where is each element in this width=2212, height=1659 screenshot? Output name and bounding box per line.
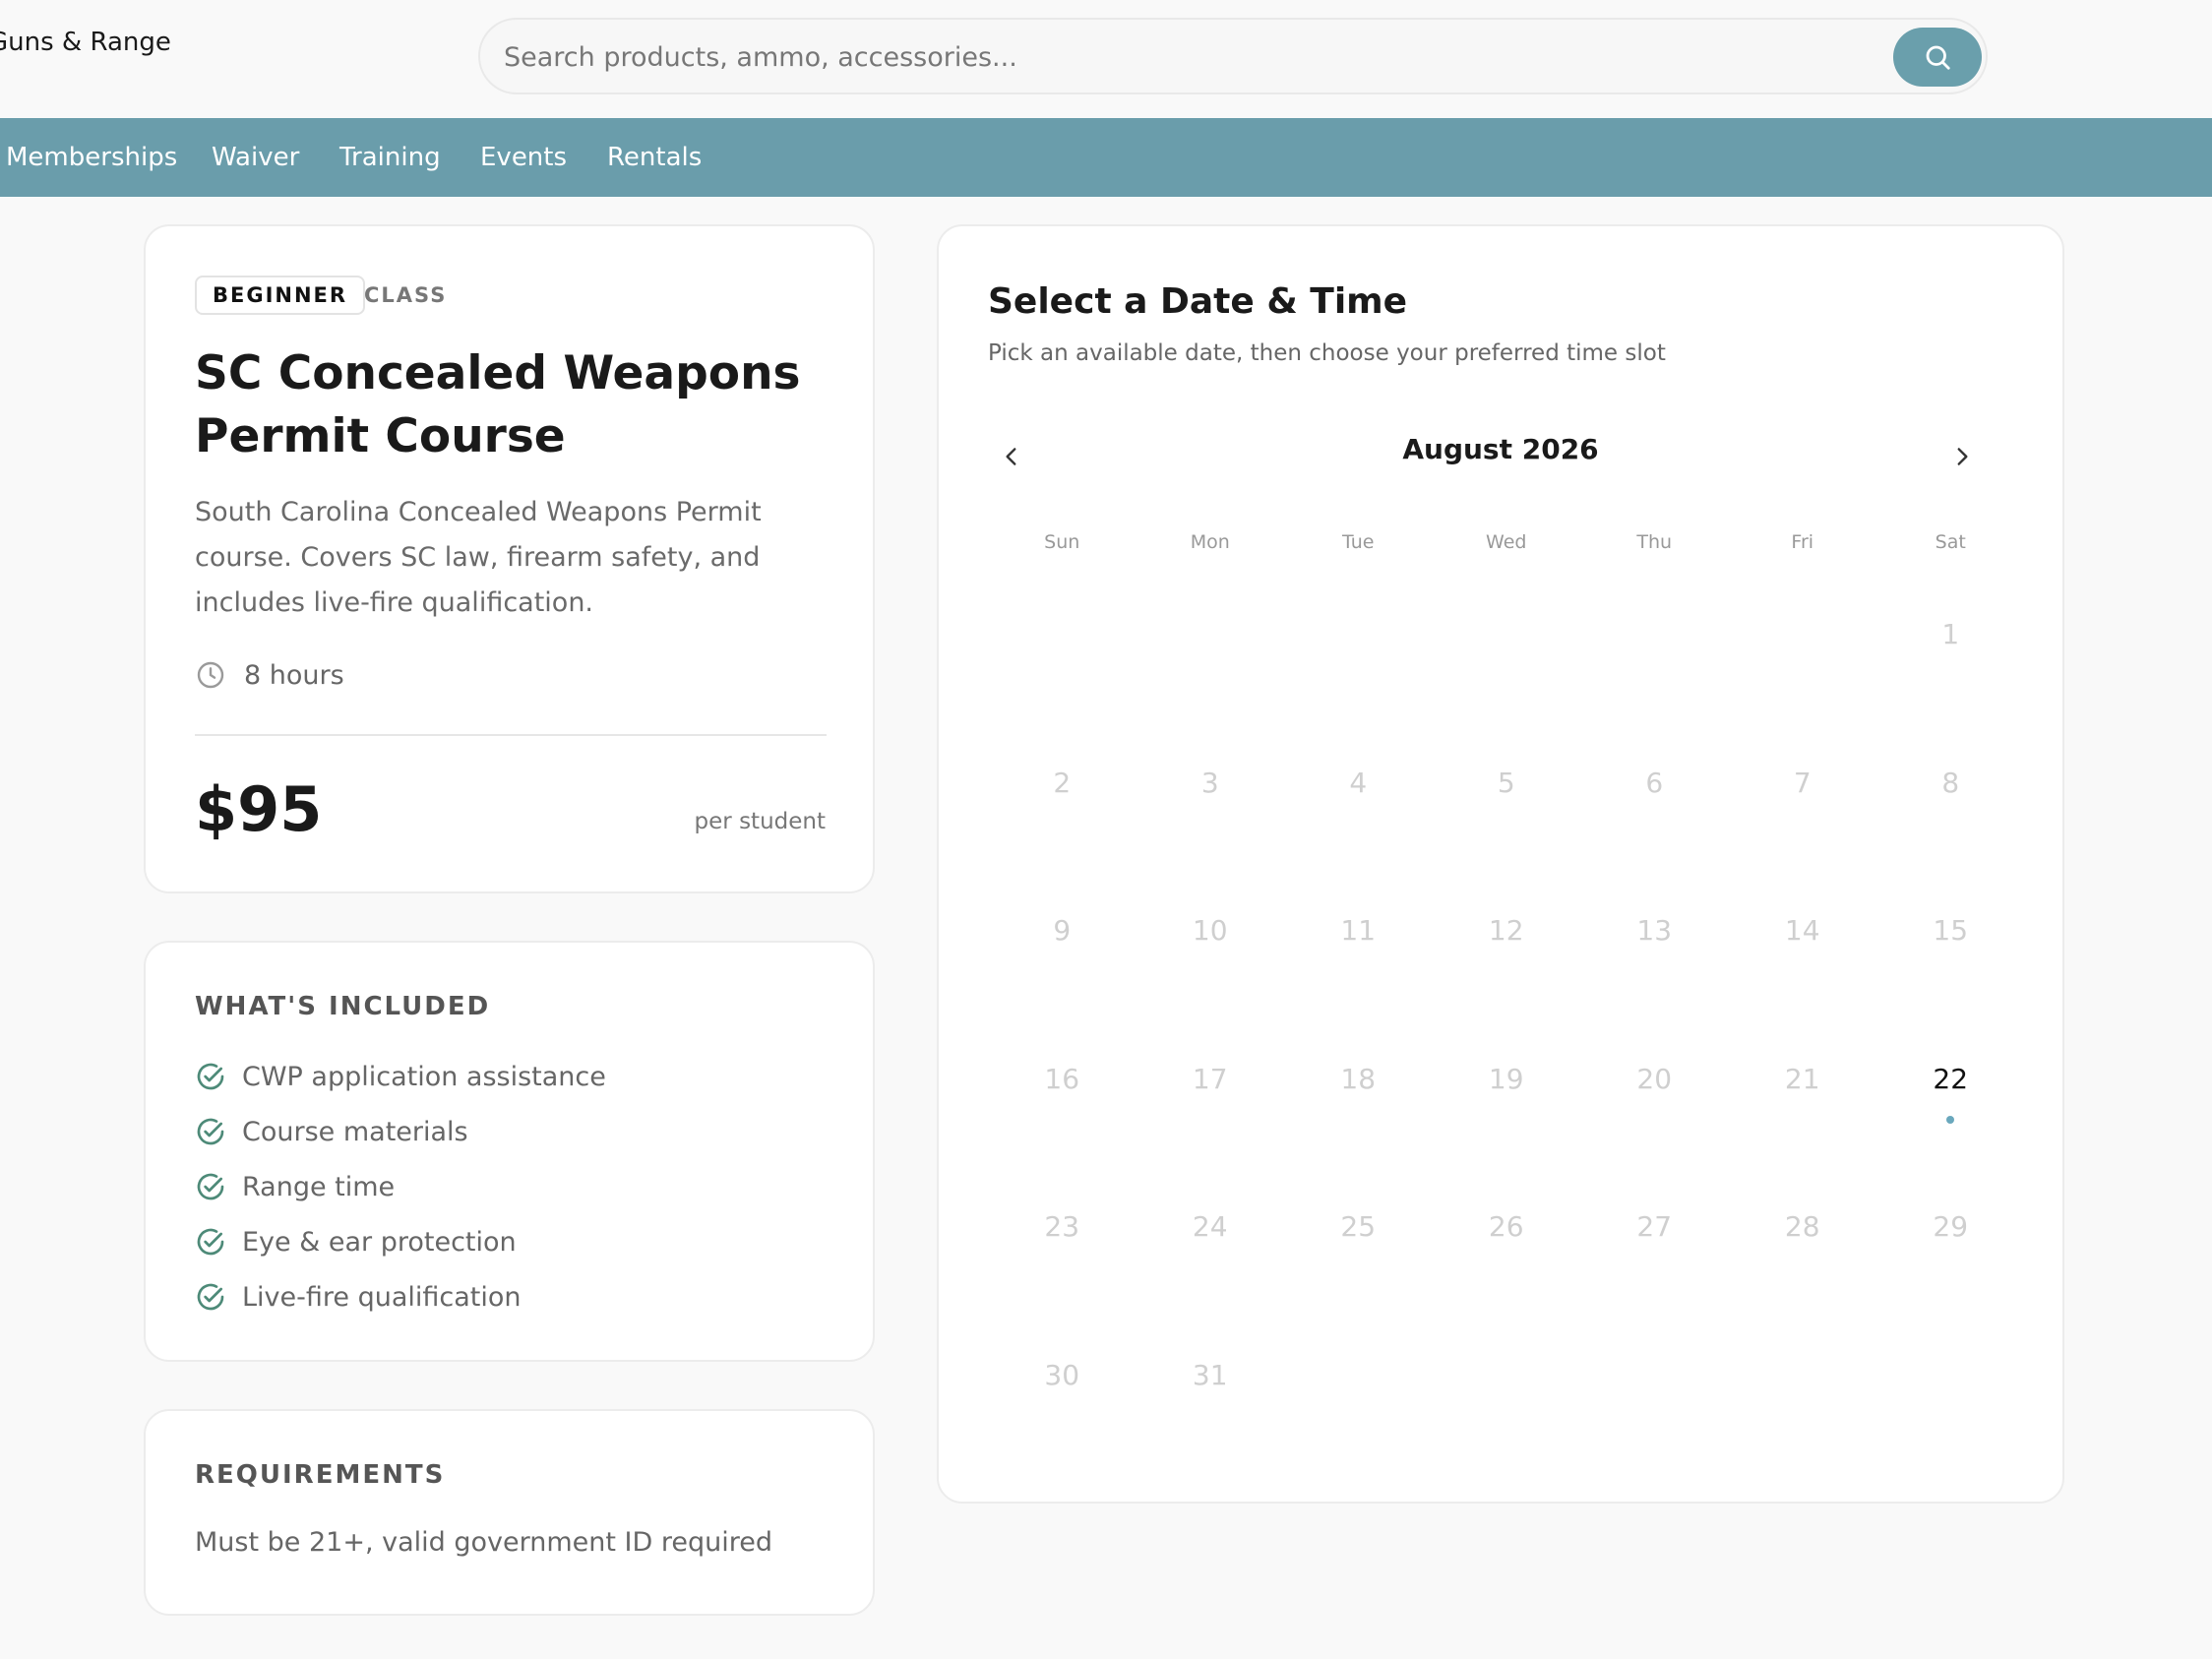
nav-events[interactable]: Events [480, 118, 567, 197]
calendar-month-label: August 2026 [1402, 433, 1599, 465]
weekday-label: Thu [1636, 531, 1673, 553]
chevron-left-icon [1006, 448, 1016, 465]
calendar-day-grid: 1 2 3 4 5 6 7 8 9 10 11 12 13 14 15 16 17 18 19 20 21 22 23 24 2… [988, 592, 2025, 1481]
search-input[interactable] [502, 20, 1864, 94]
calendar-day: 10 [1192, 914, 1228, 947]
search-icon [1926, 45, 1950, 70]
calendar-day: 12 [1488, 914, 1524, 947]
calendar-day: 18 [1340, 1062, 1377, 1095]
weekday-label: Tue [1342, 531, 1375, 553]
calendar-day: 28 [1784, 1210, 1820, 1243]
calendar-day: 17 [1192, 1062, 1228, 1095]
calendar-day: 27 [1636, 1210, 1673, 1243]
calendar-day: 9 [1053, 914, 1072, 947]
calendar-day-empty [1284, 592, 1433, 741]
list-item-text: Live-fire qualification [242, 1281, 522, 1313]
calendar-day: 16 [1044, 1062, 1080, 1095]
calendar-day: 15 [1933, 914, 1969, 947]
course-title: SC Concealed Weapons Permit Course [195, 346, 801, 463]
check-circle-icon [197, 1283, 224, 1311]
check-circle-icon [197, 1118, 224, 1145]
check-circle-icon [197, 1063, 224, 1090]
calendar-day: 23 [1044, 1210, 1080, 1243]
calendar-day: 4 [1349, 766, 1368, 799]
calendar-day: 31 [1192, 1358, 1228, 1391]
calendar-day: 25 [1340, 1210, 1377, 1243]
requirements-heading: REQUIREMENTS [195, 1460, 446, 1490]
weekday-label: Sun [1044, 531, 1080, 553]
calendar-day: 24 [1192, 1210, 1228, 1243]
prev-month-button[interactable] [982, 427, 1041, 486]
calendar-day: 13 [1636, 914, 1673, 947]
check-circle-icon [197, 1228, 224, 1256]
included-card: WHAT'S INCLUDED CWP application assistan… [144, 941, 875, 1362]
calendar-day-empty [1580, 592, 1729, 741]
calendar-day-empty [988, 592, 1137, 741]
nav-waiver[interactable]: Waiver [212, 118, 299, 197]
weekday-label: Mon [1190, 531, 1230, 553]
calendar-day: 21 [1784, 1062, 1820, 1095]
list-item-text: CWP application assistance [242, 1061, 606, 1092]
main-nav: Memberships Waiver Training Events Renta… [0, 118, 2212, 197]
calendar-day: 20 [1636, 1062, 1673, 1095]
weekday-label: Wed [1486, 531, 1527, 553]
included-list: CWP application assistance Course materi… [195, 1049, 606, 1324]
calendar-day: 14 [1784, 914, 1820, 947]
duration-text: 8 hours [244, 659, 344, 691]
course-description: South Carolina Concealed Weapons Permit … [195, 497, 762, 618]
list-item: Live-fire qualification [195, 1269, 606, 1324]
calendar-day: 19 [1488, 1062, 1524, 1095]
chevron-right-icon [1957, 448, 1968, 465]
search-button[interactable] [1893, 28, 1982, 87]
divider [195, 734, 827, 736]
calendar-day: 7 [1793, 766, 1812, 799]
list-item: CWP application assistance [195, 1049, 606, 1104]
check-circle-icon [197, 1173, 224, 1200]
included-heading: WHAT'S INCLUDED [195, 992, 491, 1021]
weekday-label: Fri [1791, 531, 1814, 553]
calendar-day: 30 [1044, 1358, 1080, 1391]
search-bar [478, 18, 1988, 94]
list-item: Range time [195, 1159, 606, 1214]
requirements-card: REQUIREMENTS Must be 21+, valid governme… [144, 1409, 875, 1616]
brand-name[interactable]: Guns & Range [0, 28, 171, 57]
weekday-label: Sat [1935, 531, 1966, 553]
list-item: Course materials [195, 1104, 606, 1159]
nav-rentals[interactable]: Rentals [607, 118, 702, 197]
list-item-text: Eye & ear protection [242, 1226, 517, 1258]
nav-memberships[interactable]: Memberships [6, 118, 177, 197]
course-duration: 8 hours [195, 655, 344, 695]
course-price: $95 [195, 773, 323, 845]
type-badge: CLASS [364, 283, 448, 307]
calendar-day: 6 [1645, 766, 1664, 799]
calendar-day: 5 [1497, 766, 1515, 799]
calendar-day: 2 [1053, 766, 1072, 799]
level-badge: BEGINNER [195, 276, 366, 315]
calendar-day: 3 [1200, 766, 1219, 799]
calendar-day: 26 [1488, 1210, 1524, 1243]
calendar-day-empty [1433, 592, 1581, 741]
calendar-day-empty [1137, 592, 1285, 741]
calendar-day: 11 [1340, 914, 1377, 947]
calendar-subtitle: Pick an available date, then choose your… [988, 340, 1666, 366]
calendar-day-empty [1729, 592, 1877, 741]
calendar-day: 1 [1941, 618, 1960, 650]
calendar-day: 8 [1941, 766, 1960, 799]
price-unit: per student [694, 809, 826, 834]
list-item: Eye & ear protection [195, 1214, 606, 1269]
list-item-text: Range time [242, 1171, 396, 1202]
calendar-card: Select a Date & Time Pick an available d… [937, 224, 2064, 1504]
nav-training[interactable]: Training [339, 118, 441, 197]
requirements-text: Must be 21+, valid government ID require… [195, 1527, 773, 1558]
clock-icon [197, 661, 224, 689]
calendar-weekday-header: Sun Mon Tue Wed Thu Fri Sat [988, 531, 2025, 553]
calendar-day-available[interactable]: 22 [1876, 1037, 2025, 1186]
calendar-day: 29 [1933, 1210, 1969, 1243]
calendar-title: Select a Date & Time [988, 281, 1408, 322]
course-card: BEGINNER CLASS SC Concealed Weapons Perm… [144, 224, 875, 893]
list-item-text: Course materials [242, 1116, 468, 1147]
next-month-button[interactable] [1933, 427, 1992, 486]
site-header: Guns & Range [0, 0, 2212, 118]
